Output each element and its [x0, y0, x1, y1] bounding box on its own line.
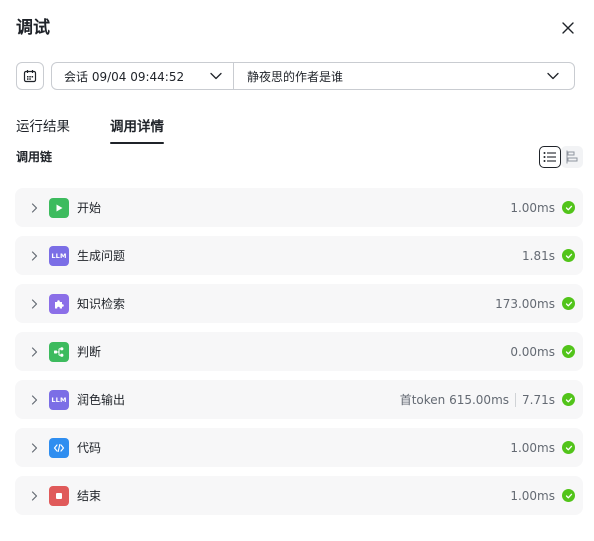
dialog-header: 调试 [16, 16, 582, 44]
close-button[interactable] [558, 18, 578, 38]
node-meta: 0.00ms [510, 345, 575, 359]
node-meta: 1.81s [522, 249, 575, 263]
node-name: 知识检索 [77, 297, 126, 311]
branch-icon [49, 341, 69, 362]
code-icon [49, 437, 69, 458]
success-check-icon [562, 249, 575, 262]
node-name: 代码 [77, 441, 102, 455]
chevron-right-icon [28, 442, 40, 454]
node-name: 结束 [77, 489, 102, 503]
node-name: 判断 [77, 345, 102, 359]
list-icon [543, 152, 556, 162]
success-check-icon [562, 393, 575, 406]
chain-node-knowledge-retrieval[interactable]: 知识检索 173.00ms [15, 284, 583, 323]
node-duration: 7.71s [522, 392, 555, 407]
success-check-icon [562, 489, 575, 502]
node-name: 生成问题 [77, 249, 126, 263]
success-check-icon [562, 297, 575, 310]
chevron-right-icon [28, 250, 40, 262]
play-icon [49, 197, 69, 218]
chain-title: 调用链 [16, 150, 53, 164]
chain-header: 调用链 [16, 146, 583, 168]
node-meta: 1.00ms [510, 489, 575, 503]
chain-node-start[interactable]: 开始 1.00ms [15, 188, 583, 227]
chevron-right-icon [28, 490, 40, 502]
llm-icon: LLM [49, 389, 69, 410]
success-check-icon [562, 441, 575, 454]
llm-icon: LLM [49, 245, 69, 266]
session-query-select-group: 会话 09/04 09:44:52 静夜思的作者是谁 [51, 62, 575, 90]
session-select-value: 会话 09/04 09:44:52 [64, 69, 185, 84]
query-select-value: 静夜思的作者是谁 [247, 69, 344, 84]
chevron-down-icon [209, 69, 223, 83]
calendar-button[interactable] [16, 62, 44, 90]
tab-bar: 运行结果 调用详情 [16, 118, 204, 144]
chain-node-generate-question[interactable]: LLM 生成问题 1.81s [15, 236, 583, 275]
chain-node-code[interactable]: 代码 1.00ms [15, 428, 583, 467]
dialog-title: 调试 [16, 18, 50, 38]
node-first-token: 首token 615.00ms [399, 393, 510, 407]
filter-row: 会话 09/04 09:44:52 静夜思的作者是谁 [16, 62, 575, 90]
node-name: 开始 [77, 201, 102, 215]
chain-node-condition[interactable]: 判断 0.00ms [15, 332, 583, 371]
puzzle-icon [49, 293, 69, 314]
list-view-button[interactable] [539, 146, 561, 168]
node-meta: 1.00ms [510, 201, 575, 215]
calendar-icon [23, 70, 37, 83]
node-duration: 1.00ms [510, 488, 555, 503]
call-chain-list: 开始 1.00ms LLM 生成问题 1.81s 知识检索 173.00ms 判… [15, 188, 583, 524]
chevron-right-icon [28, 202, 40, 214]
query-select[interactable]: 静夜思的作者是谁 [234, 63, 574, 89]
tab-call-details[interactable]: 调用详情 [110, 118, 164, 144]
timeline-icon [566, 150, 578, 164]
node-meta: 1.00ms [510, 441, 575, 455]
node-duration: 1.00ms [510, 440, 555, 455]
close-icon [562, 22, 574, 34]
node-duration: 0.00ms [510, 344, 555, 359]
chevron-right-icon [28, 394, 40, 406]
chevron-right-icon [28, 346, 40, 358]
success-check-icon [562, 201, 575, 214]
tab-run-result[interactable]: 运行结果 [16, 118, 70, 144]
node-duration: 1.00ms [510, 200, 555, 215]
meta-divider [515, 392, 517, 407]
chain-node-end[interactable]: 结束 1.00ms [15, 476, 583, 515]
node-meta: 173.00ms [495, 297, 575, 311]
chevron-right-icon [28, 298, 40, 310]
node-name: 润色输出 [77, 393, 126, 407]
chain-node-polish-output[interactable]: LLM 润色输出 首token 615.00ms 7.71s [15, 380, 583, 419]
stop-icon [49, 485, 69, 506]
session-select[interactable]: 会话 09/04 09:44:52 [52, 63, 234, 89]
node-meta: 首token 615.00ms 7.71s [400, 391, 575, 408]
success-check-icon [562, 345, 575, 358]
timeline-view-button[interactable] [561, 146, 583, 168]
node-duration: 1.81s [522, 248, 555, 263]
node-duration: 173.00ms [495, 296, 555, 311]
view-toggle [539, 146, 583, 168]
chevron-down-icon [546, 69, 560, 83]
